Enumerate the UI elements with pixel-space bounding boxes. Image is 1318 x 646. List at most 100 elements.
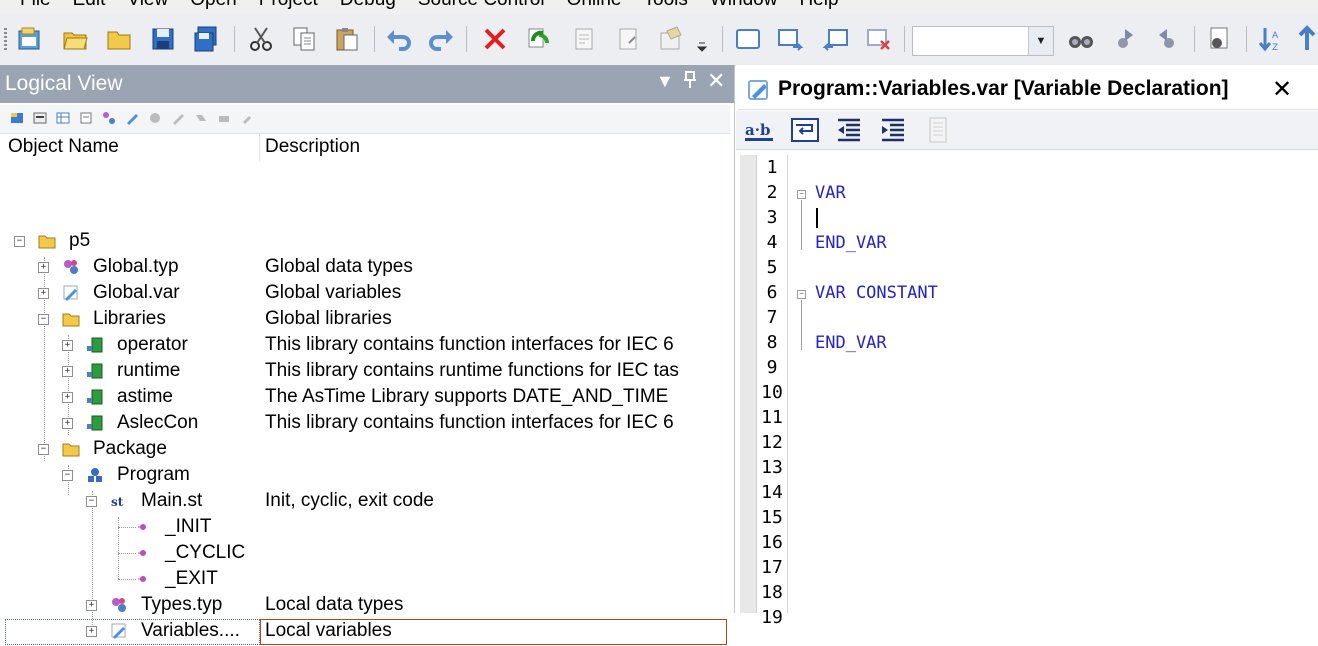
chevron-down-icon[interactable]: ▼ xyxy=(1028,27,1053,55)
program-icon[interactable] xyxy=(33,111,47,125)
expand-toggle-icon[interactable]: − xyxy=(38,314,49,325)
column-divider[interactable] xyxy=(259,133,260,161)
menu-item[interactable]: Help xyxy=(799,0,838,10)
code-line[interactable]: END_VAR xyxy=(815,333,887,353)
code-line[interactable]: END_VAR xyxy=(815,233,887,253)
menu-item[interactable]: Tools xyxy=(644,0,688,10)
open-icon[interactable] xyxy=(104,24,134,54)
device-disabled-icon[interactable] xyxy=(217,111,231,125)
indent-icon[interactable] xyxy=(878,115,908,145)
save-icon[interactable] xyxy=(148,24,178,54)
library-disabled-icon[interactable] xyxy=(148,111,162,125)
expand-toggle-icon[interactable]: + xyxy=(86,600,97,611)
tree-row[interactable]: − p5 xyxy=(0,229,730,255)
menu-item[interactable]: Debug xyxy=(340,0,396,10)
find-combo[interactable]: ▼ xyxy=(912,26,1054,56)
expand-toggle-icon[interactable]: − xyxy=(38,444,49,455)
column-header-description[interactable]: Description xyxy=(265,136,360,158)
tree-row[interactable]: + astime The AsTime Library supports DATE_… xyxy=(0,385,730,411)
open-folder-icon[interactable] xyxy=(60,24,90,54)
menu-item[interactable]: Source Control xyxy=(418,0,545,10)
copy-icon[interactable] xyxy=(289,24,319,54)
tree-row[interactable]: _INIT xyxy=(0,515,730,541)
paste-icon[interactable] xyxy=(332,24,362,54)
find-prev-icon[interactable] xyxy=(1152,24,1182,54)
tree-row[interactable]: _CYCLIC xyxy=(0,541,730,567)
link-disabled-icon[interactable] xyxy=(194,111,208,125)
tool-disabled-icon[interactable] xyxy=(240,111,254,125)
expand-toggle-icon[interactable]: − xyxy=(62,470,73,481)
tree-row[interactable]: + Types.typ Local data types xyxy=(0,593,730,619)
file-icon[interactable] xyxy=(79,111,93,125)
expand-toggle-icon[interactable]: + xyxy=(62,366,73,377)
code-line[interactable]: VAR xyxy=(815,183,846,203)
tree-row[interactable]: − Libraries Global libraries xyxy=(0,307,730,333)
tree-row[interactable]: − st Main.st Init, cyclic, exit code xyxy=(0,489,730,515)
find-next-icon[interactable] xyxy=(1110,24,1140,54)
expand-toggle-icon[interactable]: + xyxy=(38,288,49,299)
outdent-icon[interactable] xyxy=(834,115,864,145)
tree-row[interactable]: + Global.typ Global data types xyxy=(0,255,730,281)
expand-toggle-icon[interactable]: + xyxy=(38,262,49,273)
document-tab[interactable]: Program::Variables.var [Variable Declara… xyxy=(738,69,1318,110)
menu-item[interactable]: Open xyxy=(190,0,236,10)
undo-icon[interactable] xyxy=(384,24,414,54)
dropdown-icon[interactable]: ▼ xyxy=(656,71,674,92)
sort-icon[interactable]: AZ xyxy=(1256,24,1286,54)
menu-item[interactable]: Online xyxy=(567,0,622,10)
fold-toggle[interactable]: − xyxy=(797,190,806,199)
save-all-icon[interactable] xyxy=(191,24,221,54)
tree-row[interactable]: − Package xyxy=(0,437,730,463)
tree-row[interactable]: − Program xyxy=(0,463,730,489)
up-arrow-icon[interactable] xyxy=(1296,24,1318,54)
menu-item[interactable]: View xyxy=(127,0,168,10)
toolbar-grip[interactable] xyxy=(4,28,7,50)
datatype-icon[interactable] xyxy=(102,111,116,125)
window-back-icon[interactable] xyxy=(820,24,850,54)
expand-toggle-icon[interactable]: + xyxy=(62,340,73,351)
find-files-icon[interactable] xyxy=(1204,24,1234,54)
variable-icon[interactable] xyxy=(125,111,139,125)
expand-toggle-icon[interactable]: + xyxy=(86,626,97,637)
pin-icon[interactable] xyxy=(683,71,697,94)
menu-item[interactable]: Project xyxy=(259,0,318,10)
code-editor[interactable]: 1 2 3 4 5 6 7 8 9 10 11 12 13 14 15 16 17 18 19 − − VAR END… xyxy=(736,155,1318,628)
close-tab-icon[interactable]: ✕ xyxy=(1272,75,1292,104)
declaration-view-icon[interactable]: a·b xyxy=(744,115,774,145)
menu-item[interactable]: File xyxy=(20,0,51,10)
code-line[interactable]: VAR CONSTANT xyxy=(815,283,938,303)
menu-item[interactable]: Edit xyxy=(73,0,106,10)
column-header-object-name[interactable]: Object Name xyxy=(8,136,119,158)
tree-row[interactable]: + Variables.... Local variables xyxy=(0,619,730,645)
window-close-icon[interactable] xyxy=(864,24,894,54)
delete-icon[interactable] xyxy=(480,24,510,54)
window-forward-icon[interactable] xyxy=(776,24,806,54)
toolbar-overflow-icon[interactable] xyxy=(695,24,709,54)
expand-toggle-icon[interactable]: − xyxy=(86,496,97,507)
tree-row[interactable]: + runtime This library contains runtime fu… xyxy=(0,359,730,385)
new-project-icon[interactable] xyxy=(14,24,44,54)
settings-icon[interactable] xyxy=(656,24,686,54)
cut-icon[interactable] xyxy=(246,24,276,54)
redo-icon[interactable] xyxy=(426,24,456,54)
close-icon[interactable]: ✕ xyxy=(707,68,725,94)
fold-toggle[interactable]: − xyxy=(797,290,806,299)
properties-icon[interactable] xyxy=(570,24,600,54)
binoculars-icon[interactable] xyxy=(1066,24,1096,54)
properties-alt-icon[interactable] xyxy=(614,24,644,54)
edit-disabled-icon[interactable] xyxy=(171,111,185,125)
word-wrap-icon[interactable] xyxy=(790,115,820,145)
expand-toggle-icon[interactable]: + xyxy=(62,418,73,429)
tree-row[interactable]: + AslecCon This library contains function … xyxy=(0,411,730,437)
collapse-toggle-icon[interactable]: − xyxy=(14,236,25,247)
table-icon[interactable] xyxy=(56,111,70,125)
expand-toggle-icon[interactable]: + xyxy=(62,392,73,403)
tree-row[interactable]: _EXIT xyxy=(0,567,730,593)
tree-row[interactable]: + operator This library contains function … xyxy=(0,333,730,359)
refresh-icon[interactable] xyxy=(524,24,554,54)
menu-item[interactable]: Window xyxy=(710,0,778,10)
window-icon[interactable] xyxy=(733,24,763,54)
comment-disabled-icon[interactable] xyxy=(924,115,954,145)
package-icon[interactable] xyxy=(10,111,24,125)
tree-row[interactable]: + Global.var Global variables xyxy=(0,281,730,307)
